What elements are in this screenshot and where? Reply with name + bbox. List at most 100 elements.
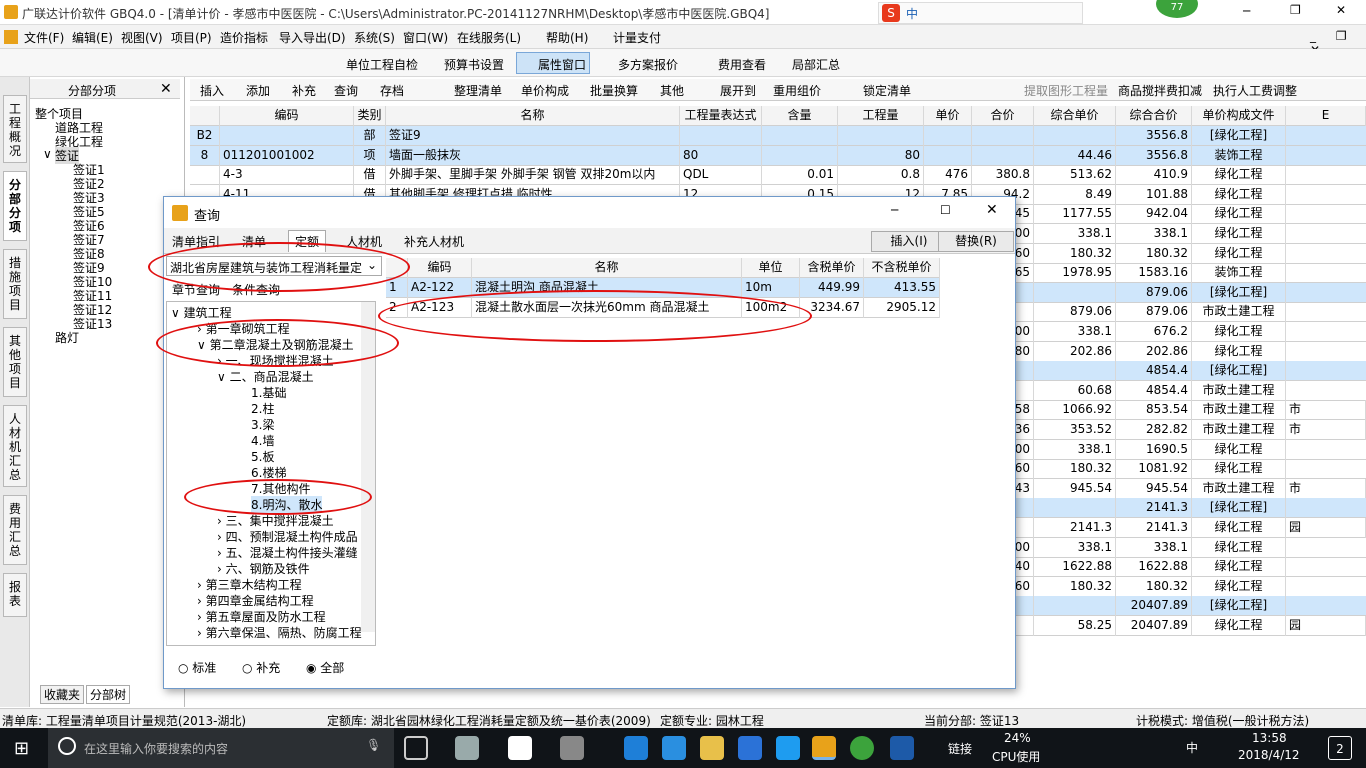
gbq-icon[interactable] [812,736,836,760]
grid-cell[interactable]: 绿化工程 [1192,439,1286,460]
grid-cell[interactable]: 绿化工程 [1192,341,1286,362]
grid-cell[interactable]: 945.54 [1116,478,1192,499]
grid-cell[interactable]: 综合合价 [1116,106,1192,126]
grid-cell[interactable]: 市 [1286,420,1366,440]
tab-supplement-lm[interactable]: 补充人材机 [404,233,464,250]
grid-cell[interactable] [190,165,220,186]
grid-cell[interactable]: 2141.3 [1116,498,1192,519]
grid-cell[interactable]: [绿化工程] [1192,282,1286,303]
table-row[interactable]: 4-3 借外脚手架、里脚手架 外脚手架 钢管 双排20m以内 QDL 0.01 0.8 4… [190,165,1366,186]
quota-cell[interactable]: 10m [742,278,800,298]
grid-cell[interactable]: 部 [354,126,386,146]
grid-cell[interactable]: 338.1 [1034,537,1116,558]
nav-close-icon[interactable]: ✕ [160,81,172,97]
tab-reports[interactable]: 报表 [3,573,27,617]
tree-node[interactable]: › 四、预制混凝土构件成品 [217,528,358,545]
grid-cell[interactable]: 单价构成文件 [1192,106,1286,126]
app-fan-icon[interactable] [455,736,479,760]
grid-cell[interactable] [1034,282,1116,303]
self-check-button[interactable]: 单位工程自检 [346,56,418,73]
grid-cell[interactable]: 签证9 [386,126,680,146]
menu-view[interactable]: 视图(V) [121,29,163,46]
dialog-minimize-icon[interactable]: ─ [891,203,898,217]
tab-division-items[interactable]: 分部分项 [3,171,27,241]
radio-standard[interactable]: ○ 标准 [178,659,216,676]
grid-cell[interactable]: 1622.88 [1034,557,1116,578]
tree-node[interactable]: › 五、混凝土构件接头灌缝 [217,544,358,561]
clock-time[interactable]: 13:58 [1252,731,1287,745]
archive-menu[interactable]: 存档 [380,82,404,99]
radio-supplement[interactable]: ○ 补充 [242,659,280,676]
quota-cell[interactable]: 含税单价 [800,258,864,278]
quota-cell[interactable]: 449.99 [800,278,864,298]
tree-item[interactable]: 路灯 [55,329,79,346]
grid-cell[interactable]: 绿化工程 [1192,165,1286,186]
tree-node[interactable]: › 第六章保温、隔热、防腐工程 [197,624,362,641]
menu-edit[interactable]: 编辑(E) [72,29,113,46]
grid-cell[interactable]: 绿化工程 [1192,557,1286,578]
grid-cell[interactable]: 绿化工程 [1192,459,1286,480]
grid-cell[interactable]: 879.06 [1116,302,1192,323]
dialog-maximize-icon[interactable]: ☐ [940,203,951,217]
grid-cell[interactable]: 绿化工程 [1192,518,1286,538]
reuse-price-menu[interactable]: 重用组价 [773,82,821,99]
grid-cell[interactable]: 市政土建工程 [1192,478,1286,499]
supplement-menu[interactable]: 补充 [292,82,316,99]
tree-node[interactable]: ∨ 二、商品混凝土 [217,368,314,385]
table-row[interactable]: B2 部签证9 3556.8 [绿化工程] [190,126,1366,146]
grid-cell[interactable]: 1978.95 [1034,263,1116,284]
grid-cell[interactable]: 180.32 [1034,576,1116,597]
expand-icon[interactable]: ∨ [43,147,52,161]
sogou-icon[interactable]: S [882,4,900,22]
grid-cell[interactable]: 单价 [924,106,972,126]
replace-button[interactable]: 替换(R) [938,231,1014,252]
grid-cell[interactable]: 市 [1286,400,1366,421]
labor-adjust-button[interactable]: 执行人工费调整 [1213,82,1297,99]
app-green-icon[interactable] [850,736,874,760]
grid-cell[interactable]: 1583.16 [1116,263,1192,284]
grid-cell[interactable]: 476 [924,165,972,186]
tree-node[interactable]: 1.基础 [251,384,286,401]
grid-cell[interactable]: 外脚手架、里脚手架 外脚手架 钢管 双排20m以内 [386,165,680,186]
task-view-icon[interactable] [404,736,428,760]
grid-header-row[interactable]: 编码 类别 名称 工程量表达式 含量 工程量 单价 合价 综合单价 综合合价 单价构成文件 E [190,106,1366,126]
favorites-tab[interactable]: 收藏夹 [40,685,85,704]
grid-cell[interactable]: 180.32 [1116,576,1192,597]
quota-cell[interactable]: 1 [386,278,408,298]
taskbar-search[interactable]: 在这里输入你要搜索的内容 🎙 [48,728,394,768]
link-toolbar[interactable]: 链接 [948,740,972,757]
quota-cell[interactable]: 单位 [742,258,800,278]
tab-measures[interactable]: 措施项目 [3,249,27,319]
grid-cell[interactable]: 绿化工程 [1192,576,1286,597]
division-tree-tab[interactable]: 分部树 [86,685,131,704]
grid-cell[interactable]: 工程量 [838,106,924,126]
tree-node[interactable]: › 第四章金属结构工程 [197,592,314,609]
grid-cell[interactable]: 338.1 [1034,322,1116,342]
grid-cell[interactable]: 942.04 [1116,204,1192,225]
grid-cell[interactable] [924,145,972,166]
tree-node[interactable]: › 六、钢筋及铁件 [217,560,310,577]
grid-cell[interactable]: 市 [1286,478,1366,499]
grid-cell[interactable]: 676.2 [1116,322,1192,342]
grid-cell[interactable] [220,126,354,146]
quota-cell[interactable]: 不含税单价 [864,258,940,278]
grid-cell[interactable]: 综合单价 [1034,106,1116,126]
grid-cell[interactable]: 市政土建工程 [1192,302,1286,323]
grid-cell[interactable]: 墙面一般抹灰 [386,145,680,166]
expand-to-menu[interactable]: 展开到 [720,82,756,99]
grid-cell[interactable]: 市政土建工程 [1192,400,1286,421]
grid-cell[interactable]: 借 [354,165,386,186]
grid-cell[interactable]: 101.88 [1116,184,1192,205]
restore-icon[interactable]: ❐ [1290,3,1301,17]
tab-labor-material-summary[interactable]: 人材机汇总 [3,405,27,487]
menu-online[interactable]: 在线服务(L) [457,29,521,46]
add-menu[interactable]: 添加 [246,82,270,99]
grid-cell[interactable]: QDL [680,165,762,186]
quota-cell[interactable]: 名称 [472,258,742,278]
grid-cell[interactable]: 338.1 [1034,439,1116,460]
grid-cell[interactable]: 3556.8 [1116,145,1192,166]
grid-cell[interactable]: 绿化工程 [1192,204,1286,225]
partial-summary-button[interactable]: 局部汇总 [792,56,840,73]
tab-fee-summary[interactable]: 费用汇总 [3,495,27,565]
grid-cell[interactable]: 180.32 [1034,459,1116,480]
